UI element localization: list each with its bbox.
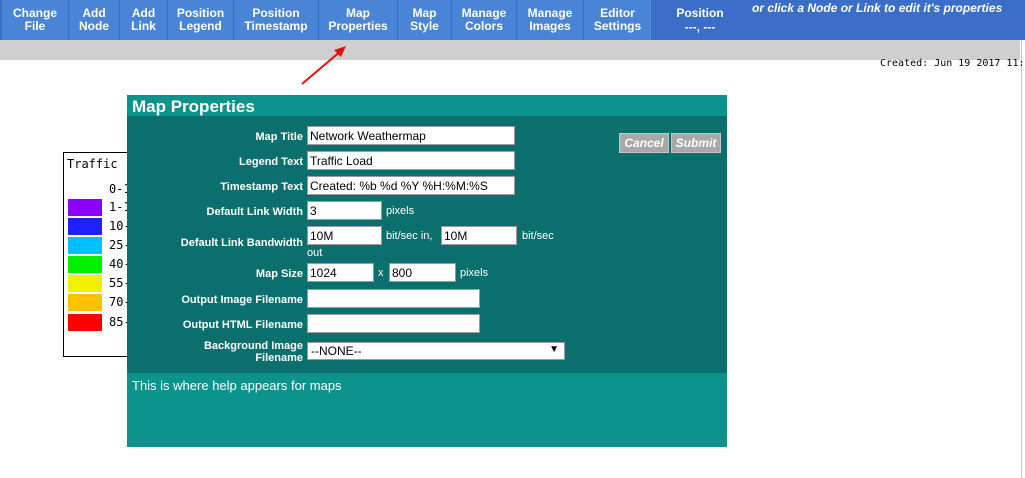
- position-value: ---, ---: [684, 20, 716, 34]
- add-link-button[interactable]: Add Link: [120, 0, 167, 40]
- change-file-label: Change File: [12, 6, 57, 33]
- dropdown-arrow-icon: ▼: [549, 344, 559, 355]
- background-image-select[interactable]: --NONE-- ▼: [307, 342, 565, 360]
- editor-settings-button[interactable]: Editor Settings: [584, 0, 651, 40]
- legend-swatch: [68, 294, 102, 311]
- manage-images-label: Manage Images: [527, 6, 573, 33]
- output-html-input[interactable]: [307, 314, 480, 333]
- legend-swatch: [68, 275, 102, 292]
- map-size-label: Map Size: [255, 268, 303, 280]
- manage-images-button[interactable]: Manage Images: [517, 0, 583, 40]
- output-html-label: Output HTML Filename: [182, 319, 303, 331]
- position-legend-button[interactable]: Position Legend: [168, 0, 233, 40]
- cancel-button[interactable]: Cancel: [619, 133, 669, 153]
- bandwidth-out-unit: bit/sec: [522, 230, 554, 242]
- background-image-value: --NONE--: [311, 344, 362, 358]
- legend-swatch: [68, 218, 102, 235]
- map-timestamp: Created: Jun 19 2017 11:: [880, 58, 1025, 69]
- position-timestamp-button[interactable]: Position Timestamp: [234, 0, 318, 40]
- map-size-separator: x: [378, 267, 384, 279]
- position-label: Position: [676, 6, 724, 20]
- timestamp-text-input[interactable]: [307, 176, 515, 195]
- map-properties-dialog: Map Properties Cancel Submit Map Title L…: [127, 95, 727, 447]
- default-link-width-input[interactable]: [307, 201, 382, 220]
- page-edge-divider: [1021, 40, 1022, 478]
- help-text: This is where help appears for maps: [132, 378, 342, 393]
- output-image-label: Output Image Filename: [181, 294, 303, 306]
- gray-bar: [0, 40, 1020, 60]
- default-link-bandwidth-label: Default Link Bandwidth: [180, 237, 303, 249]
- manage-colors-label: Manage Colors: [461, 6, 507, 33]
- position-timestamp-label: Position Timestamp: [244, 6, 308, 33]
- map-style-label: Map Style: [410, 6, 439, 33]
- bandwidth-out-input[interactable]: [441, 226, 517, 245]
- map-properties-button[interactable]: Map Properties: [319, 0, 397, 40]
- legend-swatch: [68, 256, 102, 273]
- legend-swatch: [68, 237, 102, 254]
- map-title-input[interactable]: [307, 126, 515, 145]
- map-height-input[interactable]: [389, 263, 456, 282]
- toolbar-hint: or click a Node or Link to edit it's pro…: [752, 1, 1003, 15]
- add-link-label: Add Link: [131, 6, 156, 33]
- timestamp-text-label: Timestamp Text: [220, 181, 303, 193]
- legend-swatch: [68, 199, 102, 216]
- map-style-button[interactable]: Map Style: [398, 0, 451, 40]
- bandwidth-in-input[interactable]: [307, 226, 382, 245]
- editor-settings-label: Editor Settings: [593, 6, 642, 33]
- position-legend-label: Position Legend: [176, 6, 225, 33]
- dialog-form: Cancel Submit Map Title Legend Text Time…: [127, 116, 727, 373]
- submit-button[interactable]: Submit: [671, 133, 721, 153]
- dialog-title: Map Properties: [132, 97, 255, 116]
- legend-title: Traffic: [67, 157, 118, 171]
- map-properties-label: Map Properties: [328, 6, 388, 33]
- manage-colors-button[interactable]: Manage Colors: [452, 0, 516, 40]
- map-size-unit: pixels: [460, 267, 489, 279]
- add-node-button[interactable]: Add Node: [69, 0, 119, 40]
- link-width-unit: pixels: [386, 205, 415, 217]
- annotation-arrow-icon: [301, 46, 346, 85]
- bandwidth-out-suffix: out: [307, 247, 323, 259]
- default-link-width-label: Default Link Width: [206, 206, 303, 218]
- bandwidth-in-unit: bit/sec in,: [386, 230, 433, 242]
- background-image-label: Background Image Filename: [203, 340, 303, 364]
- output-image-input[interactable]: [307, 289, 480, 308]
- map-title-label: Map Title: [255, 131, 303, 143]
- map-legend[interactable]: Traffic 0-1 1-1 10- 25- 40- 55- 70- 85-: [63, 152, 133, 357]
- toolbar: Change File Add Node Add Link Position L…: [0, 0, 1025, 40]
- add-node-label: Add Node: [79, 6, 109, 33]
- position-readout: Position ---, ---: [652, 0, 748, 40]
- change-file-button[interactable]: Change File: [2, 0, 68, 40]
- legend-text-input[interactable]: [307, 151, 515, 170]
- legend-swatch: [68, 314, 102, 331]
- legend-text-label: Legend Text: [239, 156, 303, 168]
- map-width-input[interactable]: [307, 263, 374, 282]
